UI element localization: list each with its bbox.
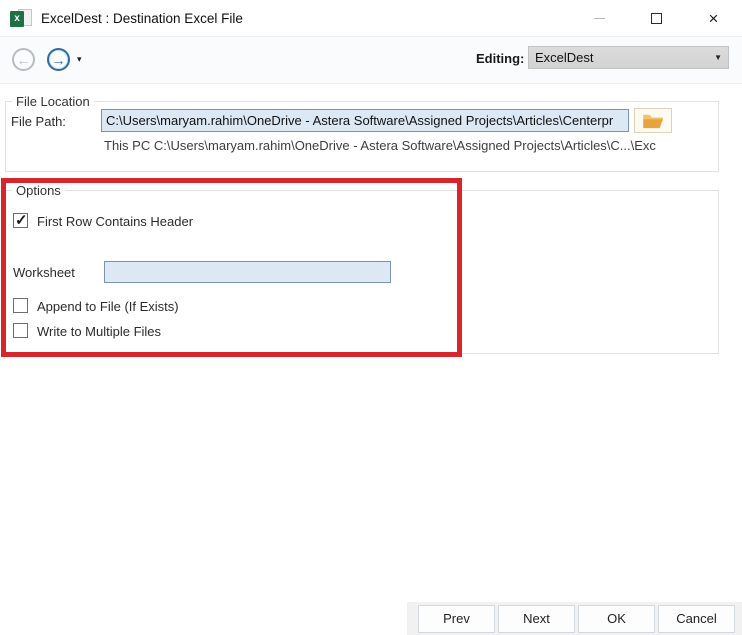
editing-label: Editing: bbox=[476, 51, 525, 66]
window-title: ExcelDest : Destination Excel File bbox=[41, 10, 243, 26]
append-to-file-label[interactable]: Append to File (If Exists) bbox=[37, 299, 179, 314]
minimize-button[interactable] bbox=[571, 0, 628, 36]
maximize-icon bbox=[651, 12, 662, 24]
first-row-header-checkbox[interactable] bbox=[13, 211, 28, 229]
minimize-icon bbox=[594, 17, 605, 19]
folder-icon bbox=[643, 114, 663, 128]
options-group-label: Options bbox=[12, 183, 65, 198]
file-path-input[interactable] bbox=[101, 109, 629, 132]
excel-x-glyph: x bbox=[10, 10, 24, 27]
write-multiple-files-label[interactable]: Write to Multiple Files bbox=[37, 324, 161, 339]
window-controls: × bbox=[571, 0, 742, 36]
cancel-button[interactable]: Cancel bbox=[658, 604, 735, 633]
file-location-group-label: File Location bbox=[12, 94, 94, 109]
editing-object-dropdown[interactable]: ExcelDest ▼ bbox=[528, 46, 729, 69]
options-group: Options First Row Contains Header Worksh… bbox=[5, 183, 719, 354]
close-button[interactable]: × bbox=[685, 0, 742, 36]
forward-arrow-icon: → bbox=[51, 51, 66, 68]
browse-folder-button[interactable] bbox=[634, 108, 672, 133]
prev-button[interactable]: Prev bbox=[418, 604, 495, 633]
forward-button[interactable]: → bbox=[47, 48, 70, 71]
back-arrow-icon: ← bbox=[16, 51, 31, 68]
ok-button[interactable]: OK bbox=[578, 604, 655, 633]
footer-button-bar: Prev Next OK Cancel bbox=[407, 602, 742, 635]
close-icon: × bbox=[708, 8, 719, 28]
worksheet-label: Worksheet bbox=[13, 265, 75, 280]
chevron-down-icon: ▼ bbox=[714, 53, 722, 62]
exceldest-dialog: x ExcelDest : Destination Excel File × ←… bbox=[0, 0, 742, 635]
nav-dropdown-caret-icon[interactable]: ▾ bbox=[77, 54, 82, 65]
worksheet-input[interactable] bbox=[104, 261, 391, 283]
next-button[interactable]: Next bbox=[498, 604, 575, 633]
title-bar: x ExcelDest : Destination Excel File × bbox=[0, 0, 742, 36]
write-multiple-files-checkbox[interactable] bbox=[13, 323, 28, 338]
maximize-button[interactable] bbox=[628, 0, 685, 36]
file-path-label: File Path: bbox=[11, 114, 66, 129]
back-button[interactable]: ← bbox=[12, 48, 35, 71]
excel-file-icon: x bbox=[10, 8, 32, 28]
first-row-header-label[interactable]: First Row Contains Header bbox=[37, 214, 193, 229]
editing-object-value: ExcelDest bbox=[535, 50, 594, 65]
resolved-path-text: This PC C:\Users\maryam.rahim\OneDrive -… bbox=[104, 138, 656, 153]
file-location-group: File Location File Path: This PC C:\User… bbox=[5, 94, 719, 172]
toolbar: ← → ▾ Editing: ExcelDest ▼ bbox=[0, 36, 742, 84]
append-to-file-checkbox[interactable] bbox=[13, 298, 28, 313]
